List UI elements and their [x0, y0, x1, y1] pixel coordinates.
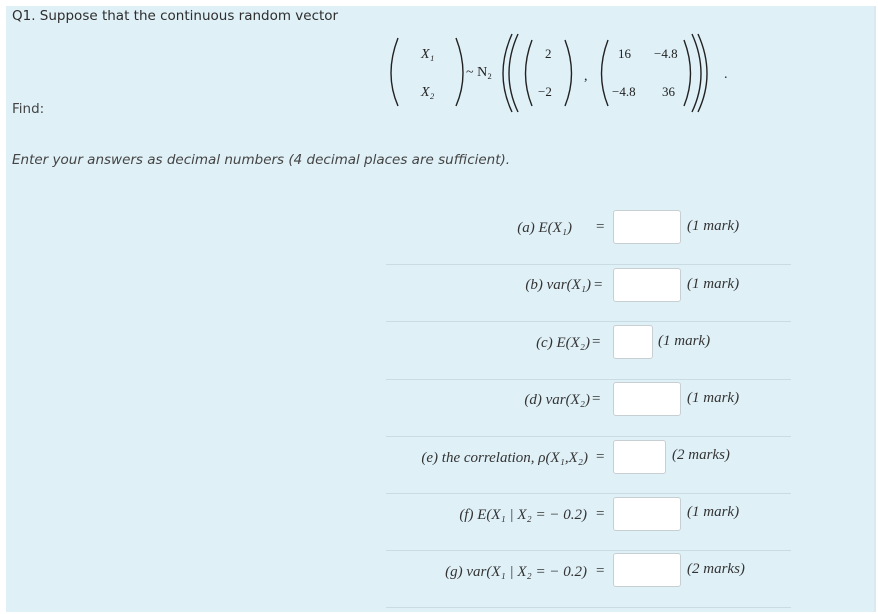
- part-e-equals: =: [596, 449, 605, 465]
- divider: [386, 550, 791, 551]
- divider: [386, 264, 791, 265]
- cov-21: −4.8: [612, 84, 636, 99]
- part-c-label: (c) E(X₂): [536, 335, 590, 351]
- part-b-label: (b) var(X₁): [525, 277, 591, 293]
- period: .: [724, 67, 728, 82]
- part-f-label: (f) E(X₁ | X₂ = − 0.2): [459, 507, 587, 523]
- part-d-marks: (1 mark): [687, 390, 740, 406]
- divider: [386, 607, 791, 608]
- divider: [386, 436, 791, 437]
- part-d-answer-input[interactable]: [613, 382, 681, 416]
- part-f-equals: =: [596, 506, 605, 522]
- part-b-answer-input[interactable]: [613, 268, 681, 302]
- distribution-formula: X₁ X₂ ~ N₂ 2 −2 , 16 −4.8 −4.8 36 .: [390, 33, 728, 113]
- cov-22: 36: [662, 84, 676, 99]
- x2-symbol: X₂: [420, 85, 435, 100]
- part-e-answer-input[interactable]: [613, 440, 666, 474]
- find-label: Find:: [12, 101, 45, 117]
- part-g-marks: (2 marks): [687, 561, 745, 577]
- divider: [386, 493, 791, 494]
- part-e-marks: (2 marks): [672, 447, 730, 463]
- part-a-answer-input[interactable]: [613, 210, 681, 244]
- x1-symbol: X₁: [420, 47, 434, 62]
- part-f-marks: (1 mark): [687, 504, 740, 520]
- mean-2: −2: [538, 84, 552, 99]
- mean-1: 2: [545, 46, 552, 61]
- comma: ,: [584, 69, 588, 84]
- part-a-equals: =: [596, 219, 605, 235]
- instructions: Enter your answers as decimal numbers (4…: [12, 152, 511, 168]
- part-c-answer-input[interactable]: [613, 325, 653, 359]
- part-a-marks: (1 mark): [687, 218, 740, 234]
- part-g-label: (g) var(X₁ | X₂ = − 0.2): [445, 564, 587, 580]
- dist-symbol: ~ N₂: [466, 65, 492, 80]
- part-b-equals: =: [594, 277, 603, 293]
- cov-12: −4.8: [654, 46, 678, 61]
- part-b-marks: (1 mark): [687, 276, 740, 292]
- divider: [386, 379, 791, 380]
- part-c-equals: =: [592, 334, 601, 350]
- part-g-answer-input[interactable]: [613, 553, 681, 587]
- part-a-label: (a) E(X₁): [517, 220, 572, 236]
- part-f-answer-input[interactable]: [613, 497, 681, 531]
- part-e-label: (e) the correlation, ρ(X₁,X₂): [421, 450, 588, 466]
- part-d-equals: =: [592, 391, 601, 407]
- cov-11: 16: [618, 46, 632, 61]
- part-d-label: (d) var(X₂): [524, 392, 590, 408]
- part-g-equals: =: [596, 563, 605, 579]
- part-c-marks: (1 mark): [658, 333, 711, 349]
- divider: [386, 321, 791, 322]
